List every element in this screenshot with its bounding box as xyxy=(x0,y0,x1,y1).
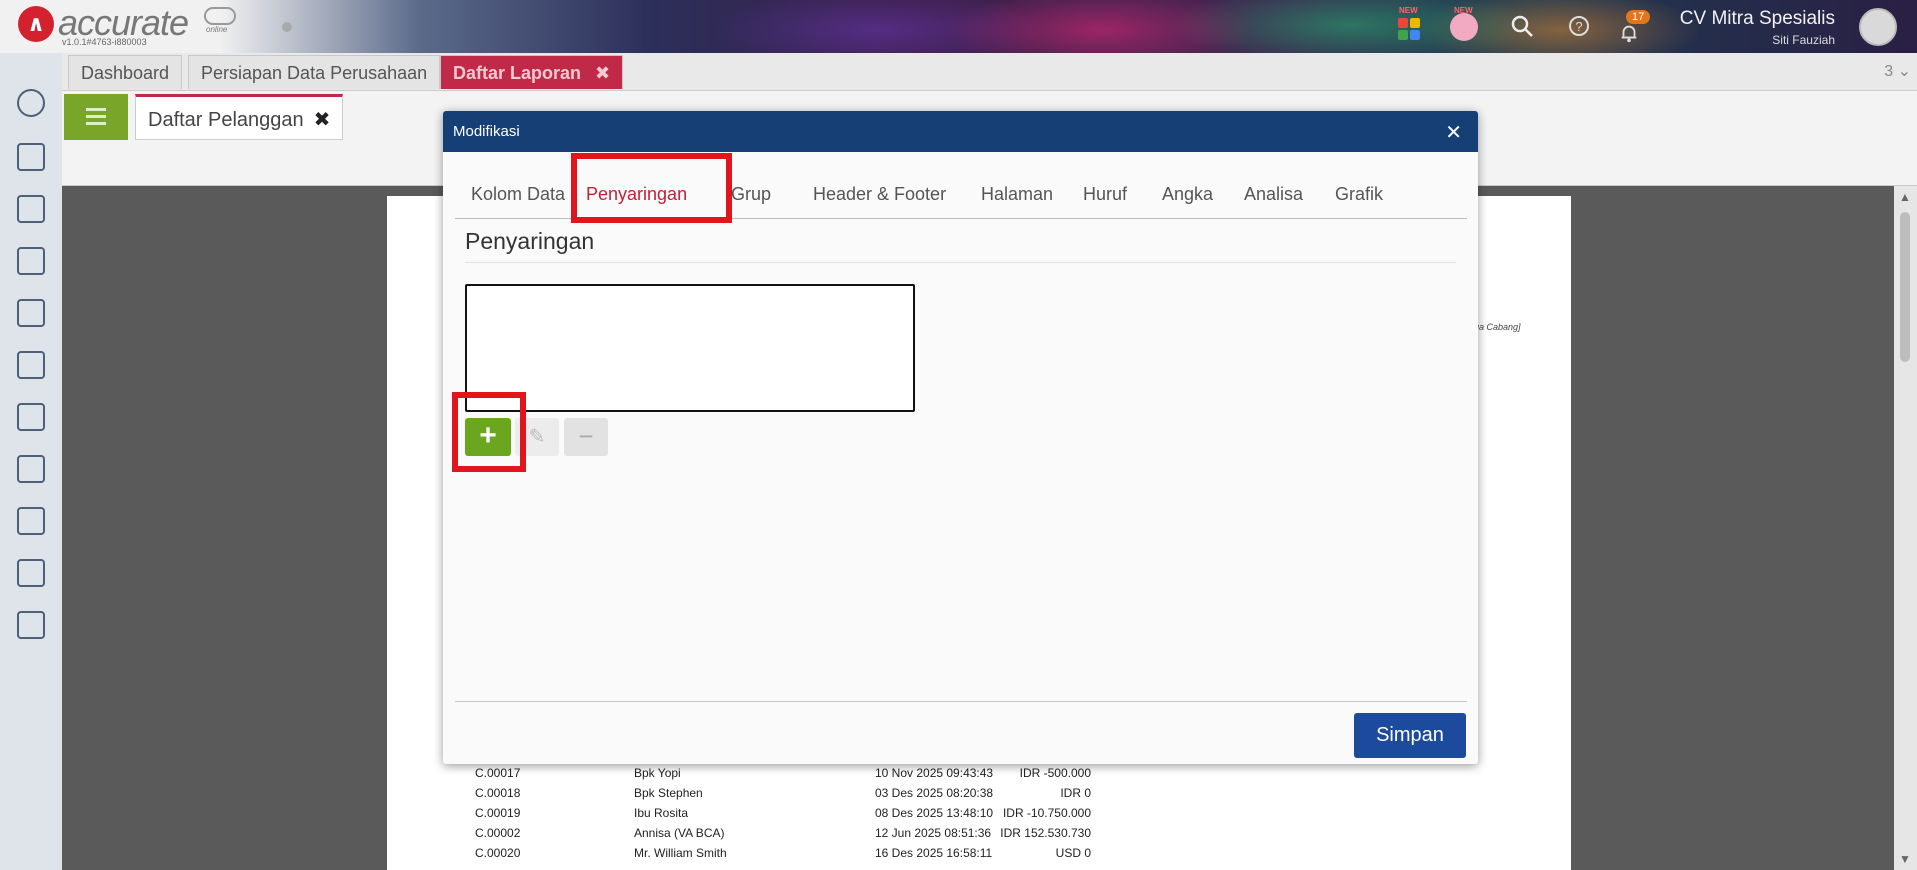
section-title: Penyaringan xyxy=(465,228,595,254)
tab-persiapan-data-perusahaan[interactable]: Persiapan Data Perusahaan xyxy=(188,55,441,89)
table-row: C.00002 Annisa (VA BCA) 12 Jun 2025 08:5… xyxy=(387,826,1571,846)
close-icon[interactable]: ✕ xyxy=(1445,120,1462,145)
scroll-thumb[interactable] xyxy=(1900,212,1910,362)
settings-gear-icon[interactable] xyxy=(17,89,45,117)
tab-label: Daftar Laporan xyxy=(453,63,582,83)
tab-label: Persiapan Data Perusahaan xyxy=(201,63,428,83)
section-divider xyxy=(465,262,1456,263)
tab-grafik[interactable]: Grafik xyxy=(1335,184,1383,205)
highlight-penyaringan-tab xyxy=(571,153,732,223)
company-building-icon[interactable] xyxy=(17,143,45,171)
tab-angka[interactable]: Angka xyxy=(1162,184,1213,205)
tab-kolom-data[interactable]: Kolom Data xyxy=(471,184,565,205)
status-dot-icon xyxy=(282,22,292,32)
report-chart-icon[interactable] xyxy=(17,611,45,639)
dialog-title: Modifikasi xyxy=(453,123,520,140)
tab-label: Dashboard xyxy=(81,63,170,83)
row-name: Bpk Yopi xyxy=(634,766,681,780)
report-filter-note: ua Cabang] xyxy=(1474,322,1521,332)
report-scrollbar[interactable]: ▲ ▼ xyxy=(1894,186,1917,870)
row-amount: IDR -10.750.000 xyxy=(1002,806,1091,820)
row-code: C.00002 xyxy=(475,826,521,840)
inventory-cart-icon[interactable] xyxy=(17,403,45,431)
tax-document-icon[interactable] xyxy=(17,559,45,587)
row-name: Mr. William Smith xyxy=(634,846,727,860)
footer-divider xyxy=(455,701,1467,702)
svg-text:?: ? xyxy=(1575,19,1582,34)
cloud-icon xyxy=(204,7,236,25)
mascot-icon[interactable] xyxy=(1450,13,1478,41)
row-amount: USD 0 xyxy=(1055,846,1091,860)
warehouse-icon[interactable] xyxy=(17,507,45,535)
row-name: Annisa (VA BCA) xyxy=(634,826,725,840)
shopping-cart-icon[interactable] xyxy=(17,351,45,379)
table-row: C.00019 Ibu Rosita 08 Des 2025 13:48:10 … xyxy=(387,806,1571,826)
tab-halaman[interactable]: Halaman xyxy=(981,184,1053,205)
factory-icon[interactable] xyxy=(17,455,45,483)
help-icon[interactable]: ? xyxy=(1566,14,1592,40)
notification-bell-icon[interactable] xyxy=(1616,22,1642,48)
row-date: 12 Jun 2025 08:51:36 xyxy=(875,826,992,840)
scroll-down-icon[interactable]: ▼ xyxy=(1899,852,1911,866)
row-name: Bpk Stephen xyxy=(634,786,703,800)
tab-header-footer[interactable]: Header & Footer xyxy=(813,184,946,205)
tab-grup[interactable]: Grup xyxy=(731,184,771,205)
row-code: C.00018 xyxy=(475,786,521,800)
subtab-label: Daftar Pelanggan xyxy=(148,109,304,131)
money-bag-icon[interactable] xyxy=(17,299,45,327)
row-date: 10 Nov 2025 09:43:43 xyxy=(875,766,994,780)
ledger-book-icon[interactable] xyxy=(17,195,45,223)
sidebar xyxy=(0,53,62,870)
row-amount: IDR -500.000 xyxy=(1019,766,1091,780)
tab-count-dropdown[interactable]: 3 ⌄ xyxy=(1884,61,1911,81)
tab-dashboard[interactable]: Dashboard xyxy=(68,55,183,89)
tab-analisa[interactable]: Analisa xyxy=(1244,184,1303,205)
filter-list[interactable] xyxy=(465,284,915,412)
bank-icon[interactable] xyxy=(17,247,45,275)
main-tab-strip: Dashboard Persiapan Data Perusahaan Daft… xyxy=(62,53,1917,91)
dialog-header: Modifikasi ✕ xyxy=(443,111,1478,152)
save-button[interactable]: Simpan xyxy=(1354,713,1466,758)
apps-grid-icon[interactable] xyxy=(1396,14,1422,40)
remove-filter-button[interactable]: − xyxy=(564,418,608,456)
tab-daftar-pelanggan[interactable]: Daftar Pelanggan ✖ xyxy=(135,94,344,140)
row-code: C.00020 xyxy=(475,846,521,860)
row-amount: IDR 0 xyxy=(1060,786,1091,800)
close-subtab-icon[interactable]: ✖ xyxy=(314,109,331,131)
app-version: v1.0.1#4763-i880003 xyxy=(62,37,147,47)
table-row: C.00017 Bpk Yopi 10 Nov 2025 09:43:43 ID… xyxy=(387,766,1571,786)
table-row: C.00018 Bpk Stephen 03 Des 2025 08:20:38… xyxy=(387,786,1571,806)
row-code: C.00017 xyxy=(475,766,521,780)
top-header: ∧ accurate online v1.0.1#4763-i880003 NE… xyxy=(0,0,1917,53)
search-icon[interactable] xyxy=(1509,14,1535,40)
row-date: 08 Des 2025 13:48:10 xyxy=(875,806,994,820)
brand-sub: online xyxy=(206,25,228,34)
user-name: Siti Fauziah xyxy=(1772,33,1835,47)
menu-list-button[interactable] xyxy=(64,94,128,140)
row-date: 03 Des 2025 08:20:38 xyxy=(875,786,994,800)
company-name[interactable]: CV Mitra Spesialis xyxy=(1680,8,1835,30)
notification-count-badge: 17 xyxy=(1626,10,1651,24)
row-code: C.00019 xyxy=(475,806,521,820)
table-row: C.00020 Mr. William Smith 16 Des 2025 16… xyxy=(387,846,1571,866)
highlight-add-button xyxy=(452,392,526,472)
row-amount: IDR 152.530.730 xyxy=(1000,826,1091,840)
tab-huruf[interactable]: Huruf xyxy=(1083,184,1127,205)
tab-daftar-laporan[interactable]: Daftar Laporan ✖ xyxy=(440,55,624,89)
scroll-up-icon[interactable]: ▲ xyxy=(1899,190,1911,204)
avatar[interactable] xyxy=(1859,8,1897,46)
close-tab-icon[interactable]: ✖ xyxy=(595,63,610,83)
accurate-logo-icon[interactable]: ∧ xyxy=(18,6,54,42)
row-date: 16 Des 2025 16:58:11 xyxy=(875,846,993,860)
row-name: Ibu Rosita xyxy=(634,806,689,820)
